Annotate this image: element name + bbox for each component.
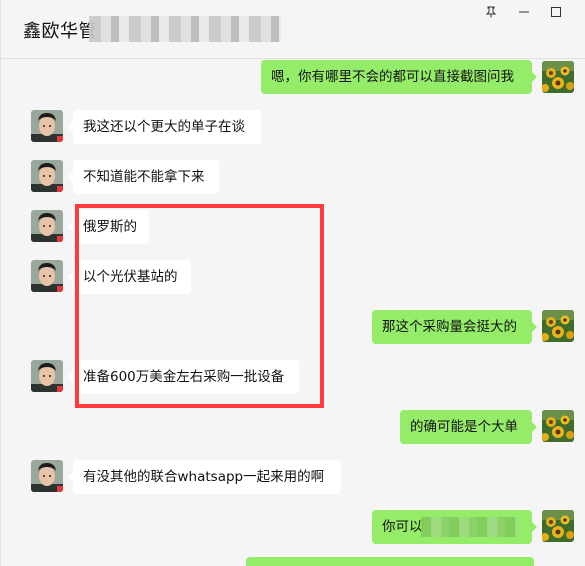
pin-icon (485, 6, 497, 18)
minimize-icon (519, 11, 529, 13)
message-bubble-incoming[interactable]: 我这还以个更大的单子在谈 (68, 110, 261, 144)
message-bubble-outgoing-partial[interactable] (246, 557, 534, 566)
my-avatar[interactable] (542, 410, 574, 442)
message-bubble-incoming[interactable]: 准备600万美金左右采购一批设备 (68, 360, 299, 394)
my-avatar[interactable] (542, 310, 574, 342)
message-list[interactable]: 嗯，你有哪里不会的都可以直接截图问我 我这还以个更大的单子在谈 不知道能不能拿下… (1, 59, 585, 566)
my-avatar[interactable] (542, 61, 574, 93)
message-text: 你可以 (382, 519, 423, 535)
message-bubble-outgoing[interactable]: 那这个采购量会挺大的 (372, 310, 537, 344)
chat-title: 鑫欧华管 (23, 21, 97, 42)
message-bubble-incoming[interactable]: 以个光伏基站的 (68, 260, 191, 294)
minimize-button[interactable] (512, 3, 536, 23)
message-bubble-incoming[interactable]: 有没其他的联合whatsapp一起来用的啊 (68, 460, 341, 494)
contact-avatar[interactable] (31, 110, 63, 142)
maximize-button[interactable] (544, 3, 568, 23)
contact-avatar[interactable] (31, 210, 63, 242)
message-bubble-outgoing[interactable]: 嗯，你有哪里不会的都可以直接截图问我 (261, 60, 537, 94)
contact-avatar[interactable] (31, 260, 63, 292)
redacted-title-blur (89, 16, 281, 42)
redacted-text-blur (421, 517, 517, 537)
message-bubble-incoming[interactable]: 俄罗斯的 (68, 210, 149, 244)
message-bubble-outgoing[interactable]: 的确可能是个大单 (400, 410, 537, 444)
contact-avatar[interactable] (31, 160, 63, 192)
pin-button[interactable] (479, 3, 503, 23)
message-bubble-incoming[interactable]: 不知道能不能拿下来 (68, 160, 219, 194)
contact-avatar[interactable] (31, 360, 63, 392)
maximize-icon (551, 7, 561, 17)
my-avatar[interactable] (542, 510, 574, 542)
chat-window: 鑫欧华管 嗯，你有哪里不会的都可以直接截图问我 我这还以个更大的单子在谈 不知道… (0, 0, 585, 566)
contact-avatar[interactable] (31, 460, 63, 492)
title-bar: 鑫欧华管 (1, 0, 585, 59)
